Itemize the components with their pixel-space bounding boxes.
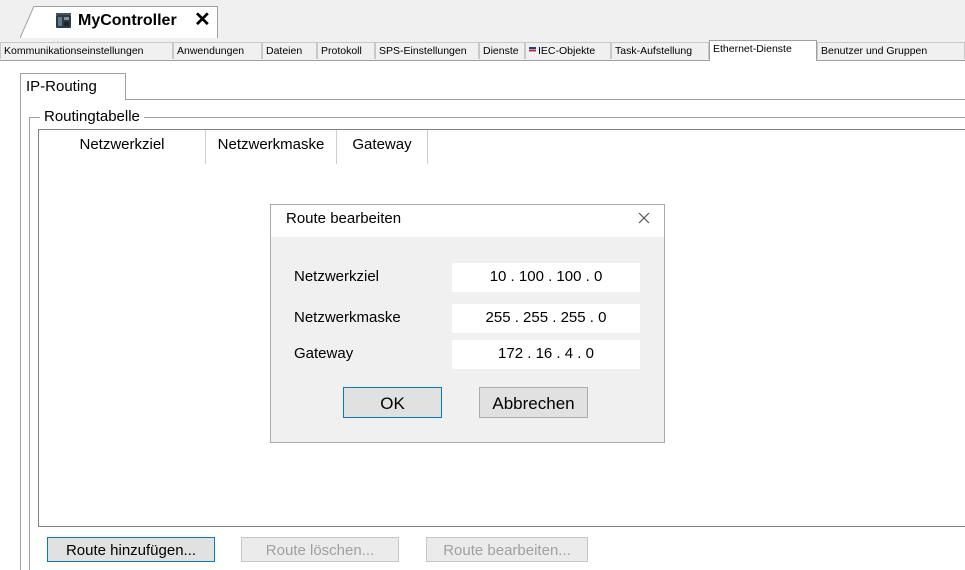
network-target-field[interactable]: 10 . 100 . 100 . 0 (452, 263, 640, 292)
dialog-close-icon[interactable] (632, 206, 656, 230)
tab-task-aufstellung[interactable]: Task-Aufstellung (611, 42, 709, 59)
iec-objects-icon (529, 47, 536, 54)
tab-anwendungen[interactable]: Anwendungen (173, 42, 262, 59)
controller-icon (56, 13, 71, 28)
tab-benutzer-und-gruppen[interactable]: Benutzer und Gruppen (817, 42, 965, 59)
add-route-button[interactable]: Route hinzufügen... (47, 537, 215, 562)
tab-kommunikationseinstellungen[interactable]: Kommunikationseinstellungen (0, 42, 173, 59)
network-mask-label: Netzwerkmaske (294, 309, 401, 326)
edit-route-button[interactable]: Route bearbeiten... (426, 537, 588, 562)
tab-sps-einstellungen[interactable]: SPS-Einstellungen (375, 42, 479, 59)
tab-dienste[interactable]: Dienste (479, 42, 525, 59)
document-tab-edge (20, 6, 35, 38)
network-mask-field[interactable]: 255 . 255 . 255 . 0 (452, 304, 640, 333)
dialog-title: Route bearbeiten (286, 210, 402, 227)
document-tab-title: MyController (78, 12, 177, 29)
network-target-label: Netzwerkziel (294, 268, 380, 285)
ok-button[interactable]: OK (343, 387, 442, 418)
close-icon[interactable]: ✕ (194, 10, 211, 30)
column-header-netzwerkziel[interactable]: Netzwerkziel (39, 130, 206, 164)
tab-dateien[interactable]: Dateien (262, 42, 317, 59)
tab-protokoll[interactable]: Protokoll (317, 42, 375, 59)
tab-ip-routing[interactable]: IP-Routing (20, 73, 126, 100)
tab-ethernet-dienste[interactable]: Ethernet-Dienste (709, 40, 817, 61)
column-header-netzwerkmaske[interactable]: Netzwerkmaske (206, 130, 337, 164)
gateway-field[interactable]: 172 . 16 . 4 . 0 (452, 340, 640, 369)
subtab-divider (20, 99, 965, 100)
gateway-label: Gateway (294, 345, 354, 362)
delete-route-button[interactable]: Route löschen... (241, 537, 399, 562)
subpanel-border (20, 99, 21, 570)
column-header-gateway[interactable]: Gateway (337, 130, 428, 164)
cancel-button[interactable]: Abbrechen (479, 387, 588, 418)
routing-table-title: Routingtabelle (40, 108, 144, 125)
tab-iec-objekte[interactable]: IEC-Objekte (525, 42, 611, 59)
